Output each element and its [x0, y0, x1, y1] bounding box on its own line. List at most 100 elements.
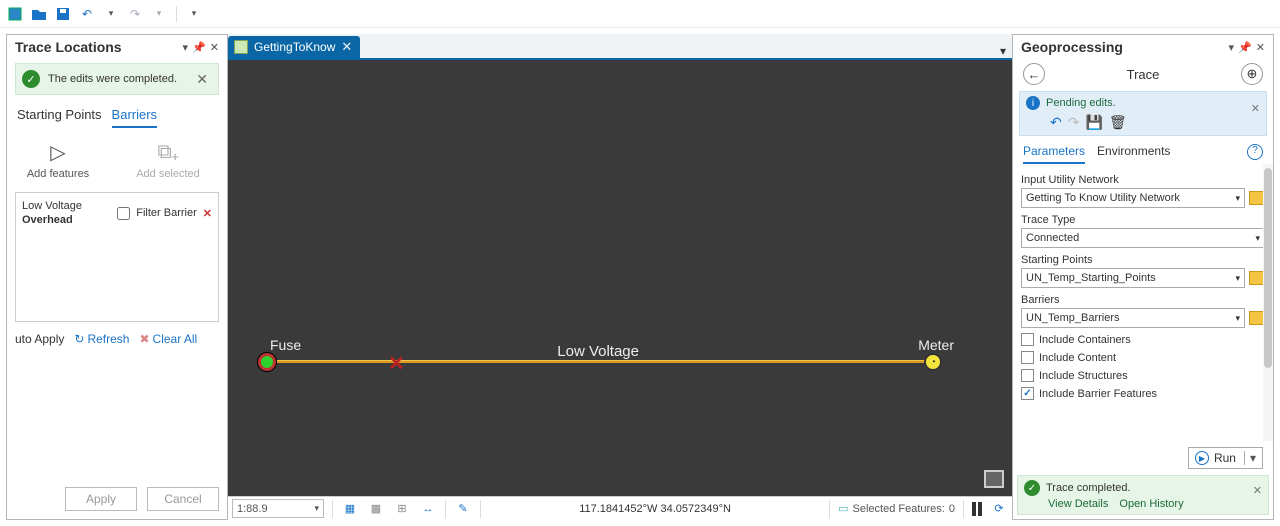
- correction-icon[interactable]: ✎: [454, 500, 472, 518]
- refresh-map-icon[interactable]: ⟳: [990, 500, 1008, 518]
- edits-completed-message: ✓ The edits were completed. ✕: [15, 63, 219, 95]
- view-details-link[interactable]: View Details: [1048, 498, 1108, 510]
- fuse-point[interactable]: [258, 353, 276, 371]
- dismiss-message-icon[interactable]: ✕: [192, 71, 212, 88]
- drawing-pause-icon[interactable]: [972, 502, 982, 516]
- message-text: The edits were completed.: [48, 72, 184, 86]
- param-label-sp: Starting Points: [1021, 254, 1265, 266]
- qat-separator: [176, 6, 177, 22]
- clear-all-link[interactable]: ✖Clear All: [139, 332, 197, 346]
- trace-location-tabs: Starting Points Barriers: [7, 103, 227, 128]
- play-icon: ▶: [1195, 451, 1209, 465]
- basemap-icon[interactable]: [984, 470, 1004, 488]
- low-voltage-line: [264, 360, 934, 363]
- undo-edits-icon[interactable]: ↶: [1050, 114, 1062, 131]
- pin-icon[interactable]: 📌: [192, 41, 206, 54]
- new-project-icon[interactable]: [6, 5, 24, 23]
- low-voltage-label: Low Voltage: [557, 343, 639, 360]
- open-project-icon[interactable]: [30, 5, 48, 23]
- info-icon: i: [1026, 96, 1040, 110]
- starting-points-select[interactable]: UN_Temp_Starting_Points▾: [1021, 268, 1245, 288]
- map-tabstrip: GettingToKnow ✕ ▾: [228, 34, 1012, 58]
- tab-parameters[interactable]: Parameters: [1023, 144, 1085, 164]
- redo-icon[interactable]: ↷: [126, 5, 144, 23]
- param-label-trace: Trace Type: [1021, 214, 1265, 226]
- map-view[interactable]: ✕ ◔ Fuse Meter Low Voltage: [228, 58, 1012, 496]
- inference-icon[interactable]: ↔: [419, 500, 437, 518]
- filter-barrier-checkbox[interactable]: [117, 207, 130, 220]
- include-containers-checkbox[interactable]: Include Containers: [1021, 333, 1265, 346]
- back-button[interactable]: ←: [1023, 63, 1045, 85]
- params-scrollbar[interactable]: [1263, 164, 1273, 441]
- close-pane-icon[interactable]: ✕: [210, 41, 219, 54]
- undo-menu-icon[interactable]: ▾: [102, 5, 120, 23]
- constraints-icon[interactable]: ⊞: [393, 500, 411, 518]
- refresh-link[interactable]: ↻Refresh: [74, 332, 129, 346]
- undo-icon[interactable]: ↶: [78, 5, 96, 23]
- close-tab-icon[interactable]: ✕: [341, 39, 352, 55]
- geoprocessing-pane: Geoprocessing ▾ 📌 ✕ ← Trace ⊕ i Pending …: [1012, 34, 1274, 520]
- success-check-icon: ✓: [22, 70, 40, 88]
- meter-point[interactable]: ◔: [924, 353, 942, 371]
- pending-edits-banner: i Pending edits. ↶ ↷ 💾 🗑 ✕: [1019, 91, 1267, 136]
- auto-apply-label: uto Apply: [15, 332, 64, 346]
- pane-menu-icon[interactable]: ▾: [183, 41, 189, 54]
- trace-completed-banner: ✓ Trace completed. View Details Open His…: [1017, 475, 1269, 515]
- map-tab-icon: [234, 40, 248, 54]
- coordinates-display[interactable]: 117.1841452°W 34.0572349°N: [489, 503, 821, 515]
- dismiss-complete-icon[interactable]: ✕: [1253, 484, 1262, 497]
- tab-starting-points[interactable]: Starting Points: [17, 107, 102, 128]
- barrier-marker[interactable]: ✕: [388, 351, 405, 376]
- param-label-network: Input Utility Network: [1021, 174, 1265, 186]
- tabs-dropdown-icon[interactable]: ▾: [1000, 44, 1006, 58]
- param-label-bar: Barriers: [1021, 294, 1265, 306]
- include-structures-checkbox[interactable]: Include Structures: [1021, 369, 1265, 382]
- include-barrier-features-checkbox[interactable]: Include Barrier Features: [1021, 387, 1265, 400]
- add-selected-label: Add selected: [136, 168, 200, 180]
- open-history-link[interactable]: Open History: [1119, 498, 1183, 510]
- snapping-icon[interactable]: ▦: [341, 500, 359, 518]
- add-selected-button[interactable]: ⧉₊ Add selected: [123, 138, 213, 180]
- pending-edits-text: Pending edits.: [1046, 97, 1116, 109]
- dismiss-pending-icon[interactable]: ✕: [1251, 102, 1260, 115]
- grid-icon[interactable]: ▩: [367, 500, 385, 518]
- include-content-checkbox[interactable]: Include Content: [1021, 351, 1265, 364]
- discard-edits-icon[interactable]: 🗑: [1109, 114, 1127, 131]
- map-tab-gettingtoknow[interactable]: GettingToKnow ✕: [228, 36, 360, 58]
- scale-input[interactable]: 1:88.9▾: [232, 499, 324, 518]
- gp-menu-icon[interactable]: ▾: [1229, 41, 1235, 54]
- meter-label: Meter: [918, 337, 954, 353]
- remove-barrier-icon[interactable]: ✕: [203, 207, 212, 220]
- cancel-button[interactable]: Cancel: [147, 487, 219, 511]
- network-select[interactable]: Getting To Know Utility Network▾: [1021, 188, 1245, 208]
- gp-title: Geoprocessing: [1021, 39, 1123, 55]
- save-edits-icon[interactable]: 💾: [1085, 114, 1102, 131]
- run-button[interactable]: ▶ Run ▾: [1188, 447, 1263, 469]
- map-area: GettingToKnow ✕ ▾ ✕ ◔ Fuse Meter Low Vol…: [228, 34, 1012, 520]
- redo-edits-icon[interactable]: ↷: [1068, 114, 1080, 131]
- barrier-row[interactable]: Low Voltage Overhead Filter Barrier ✕: [22, 199, 212, 228]
- tab-barriers[interactable]: Barriers: [112, 107, 158, 128]
- redo-menu-icon[interactable]: ▾: [150, 5, 168, 23]
- add-selected-icon: ⧉₊: [154, 138, 182, 166]
- pane-title: Trace Locations: [15, 39, 122, 55]
- selection-count[interactable]: ▭ Selected Features: 0: [838, 502, 955, 515]
- tab-environments[interactable]: Environments: [1097, 144, 1170, 164]
- trace-type-select[interactable]: Connected▾: [1021, 228, 1265, 248]
- quick-access-toolbar: ↶ ▾ ↷ ▾ ▾: [0, 0, 1280, 28]
- add-tool-button[interactable]: ⊕: [1241, 63, 1263, 85]
- save-icon[interactable]: [54, 5, 72, 23]
- tool-name: Trace: [1045, 67, 1241, 82]
- parameters-body: Input Utility Network Getting To Know Ut…: [1013, 164, 1273, 441]
- run-dropdown-icon[interactable]: ▾: [1244, 451, 1256, 465]
- barrier-name: Low Voltage Overhead: [22, 199, 111, 228]
- apply-button[interactable]: Apply: [65, 487, 137, 511]
- barriers-select[interactable]: UN_Temp_Barriers▾: [1021, 308, 1245, 328]
- gp-close-icon[interactable]: ✕: [1256, 41, 1265, 54]
- help-icon[interactable]: ?: [1247, 144, 1263, 160]
- qat-customize-icon[interactable]: ▾: [185, 5, 203, 23]
- map-tab-label: GettingToKnow: [254, 40, 335, 54]
- add-features-button[interactable]: ▷ Add features: [13, 138, 103, 180]
- gp-pin-icon[interactable]: 📌: [1238, 41, 1252, 54]
- complete-msg: Trace completed.: [1046, 482, 1131, 494]
